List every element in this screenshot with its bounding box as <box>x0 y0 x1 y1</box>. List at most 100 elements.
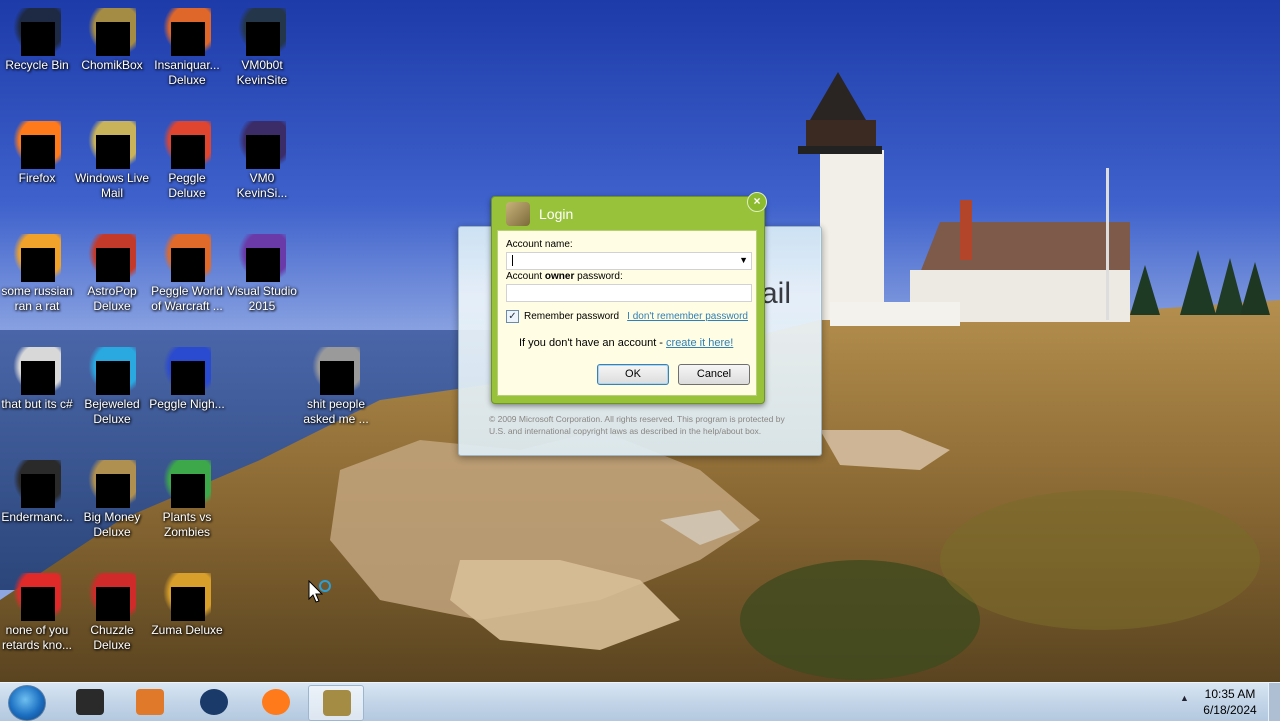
show-desktop-button[interactable] <box>1268 683 1280 721</box>
desktop-icon[interactable]: Firefox <box>0 117 76 186</box>
desktop-icon[interactable]: VM0 KevinSi... <box>223 117 301 201</box>
terminal-icon <box>76 689 104 715</box>
desktop-icon-label: Recycle Bin <box>5 58 69 72</box>
remember-password-checkbox[interactable]: ✓ <box>506 310 519 323</box>
desktop-icon[interactable]: Peggle Deluxe <box>148 117 226 201</box>
desktop-icon[interactable]: Visual Studio 2015 <box>223 230 301 314</box>
desktop-icon[interactable]: VM0b0t KevinSite <box>223 4 301 88</box>
taskbar-item[interactable] <box>62 685 116 719</box>
taskbar: ▲ 10:35 AM 6/18/2024 <box>0 682 1280 721</box>
recycle-bin-icon <box>13 8 61 56</box>
desktop-icon[interactable]: that but its c# <box>0 343 76 412</box>
desktop-icon-label: VM0 KevinSi... <box>236 171 288 200</box>
redaction-block <box>246 135 280 169</box>
chomikbox-icon <box>88 8 136 56</box>
windows-live-mail-icon <box>88 121 136 169</box>
globe-icon <box>200 689 228 715</box>
desktop-icon[interactable]: Windows Live Mail <box>73 117 151 201</box>
enderman-icon <box>13 460 61 508</box>
desktop-icon[interactable]: ChomikBox <box>73 4 151 73</box>
desktop-icon-label: Big Money Deluxe <box>83 510 141 539</box>
redaction-block <box>96 248 130 282</box>
taskbar-item[interactable] <box>248 685 302 719</box>
password-field[interactable] <box>506 284 752 302</box>
redaction-block <box>21 587 55 621</box>
desktop-icon[interactable]: shit people asked me ... <box>297 343 375 427</box>
redaction-block <box>96 361 130 395</box>
desktop-icon-label: some russian ran a rat <box>1 284 73 313</box>
desktop-icon[interactable]: AstroPop Deluxe <box>73 230 151 314</box>
redaction-block <box>96 135 130 169</box>
wlm-brand-text: ail <box>760 277 791 310</box>
desktop-icon[interactable]: Peggle Nigh... <box>148 343 226 412</box>
create-account-link[interactable]: create it here! <box>666 337 733 349</box>
firefox-icon <box>13 121 61 169</box>
redaction-block <box>171 361 205 395</box>
desktop-icon[interactable]: Big Money Deluxe <box>73 456 151 540</box>
start-button[interactable] <box>8 685 46 721</box>
clock-date: 6/18/2024 <box>1203 703 1257 717</box>
desktop-icon-label: Firefox <box>18 171 56 185</box>
desktop-icon-label: Peggle Nigh... <box>149 397 225 411</box>
desktop-icon[interactable]: Insaniquar... Deluxe <box>148 4 226 88</box>
login-form: Account name: ▼ Account owner password: … <box>497 230 757 396</box>
desktop-icon[interactable]: Bejeweled Deluxe <box>73 343 151 427</box>
desktop-icon[interactable]: Zuma Deluxe <box>148 569 226 638</box>
account-name-label: Account name: <box>506 239 573 250</box>
system-clock[interactable]: 10:35 AM 6/18/2024 <box>1196 686 1264 718</box>
vm0-icon <box>238 121 286 169</box>
redaction-block <box>246 22 280 56</box>
redaction-block <box>96 587 130 621</box>
redaction-block <box>21 361 55 395</box>
chomikbox-icon <box>323 690 351 716</box>
redaction-block <box>96 474 130 508</box>
plants-vs-zombies-icon <box>163 460 211 508</box>
desktop-icon-label: Visual Studio 2015 <box>227 284 297 313</box>
taskbar-item[interactable] <box>308 685 364 721</box>
taskbar-item[interactable] <box>122 685 176 719</box>
close-icon[interactable]: × <box>747 192 767 212</box>
redaction-block <box>171 135 205 169</box>
desktop-icon-label: Peggle World of Warcraft ... <box>151 284 223 313</box>
insaniquarium-icon <box>163 8 211 56</box>
redaction-block <box>246 248 280 282</box>
login-dialog: Login × Account name: ▼ Account owner pa… <box>491 192 767 404</box>
desktop-icon[interactable]: Endermanc... <box>0 456 76 525</box>
desktop-icon[interactable]: Chuzzle Deluxe <box>73 569 151 653</box>
desktop-icon[interactable]: Peggle World of Warcraft ... <box>148 230 226 314</box>
redaction-block <box>320 361 354 395</box>
redaction-block <box>171 22 205 56</box>
firefox-icon <box>262 689 290 715</box>
chevron-down-icon[interactable]: ▼ <box>739 255 748 265</box>
cancel-button[interactable]: Cancel <box>678 364 750 385</box>
desktop-icon-label: Zuma Deluxe <box>151 623 223 637</box>
show-hidden-icons-icon[interactable]: ▲ <box>1180 693 1189 703</box>
visual-studio-icon <box>238 234 286 282</box>
folder-icon <box>312 347 360 395</box>
ok-button[interactable]: OK <box>597 364 669 385</box>
forgot-password-link[interactable]: I don't remember password <box>627 311 748 322</box>
busy-cursor-icon <box>308 580 331 603</box>
account-name-combobox[interactable]: ▼ <box>506 252 752 270</box>
desktop-icon[interactable]: Recycle Bin <box>0 4 76 73</box>
desktop-icon-label: none of you retards kno... <box>1 623 73 652</box>
desktop-icon-label: VM0b0t KevinSite <box>236 58 288 87</box>
desktop-icon-label: that but its c# <box>1 397 73 411</box>
file-stack-icon <box>13 347 61 395</box>
taskbar-item[interactable] <box>186 685 240 719</box>
big-money-icon <box>88 460 136 508</box>
peggle-nights-icon <box>163 347 211 395</box>
desktop-icon[interactable]: none of you retards kno... <box>0 569 76 653</box>
desktop-icon[interactable]: Plants vs Zombies <box>148 456 226 540</box>
password-label: Account owner password: <box>506 271 623 282</box>
zuma-icon <box>163 573 211 621</box>
astropop-icon <box>88 234 136 282</box>
desktop-icon[interactable]: some russian ran a rat <box>0 230 76 314</box>
bejeweled-icon <box>88 347 136 395</box>
desktop-icon-label: Windows Live Mail <box>74 171 150 200</box>
redaction-block <box>171 474 205 508</box>
vm0b0t-icon <box>238 8 286 56</box>
peggle-icon <box>163 121 211 169</box>
redaction-block <box>21 22 55 56</box>
desktop-icon-label: Endermanc... <box>1 510 73 524</box>
